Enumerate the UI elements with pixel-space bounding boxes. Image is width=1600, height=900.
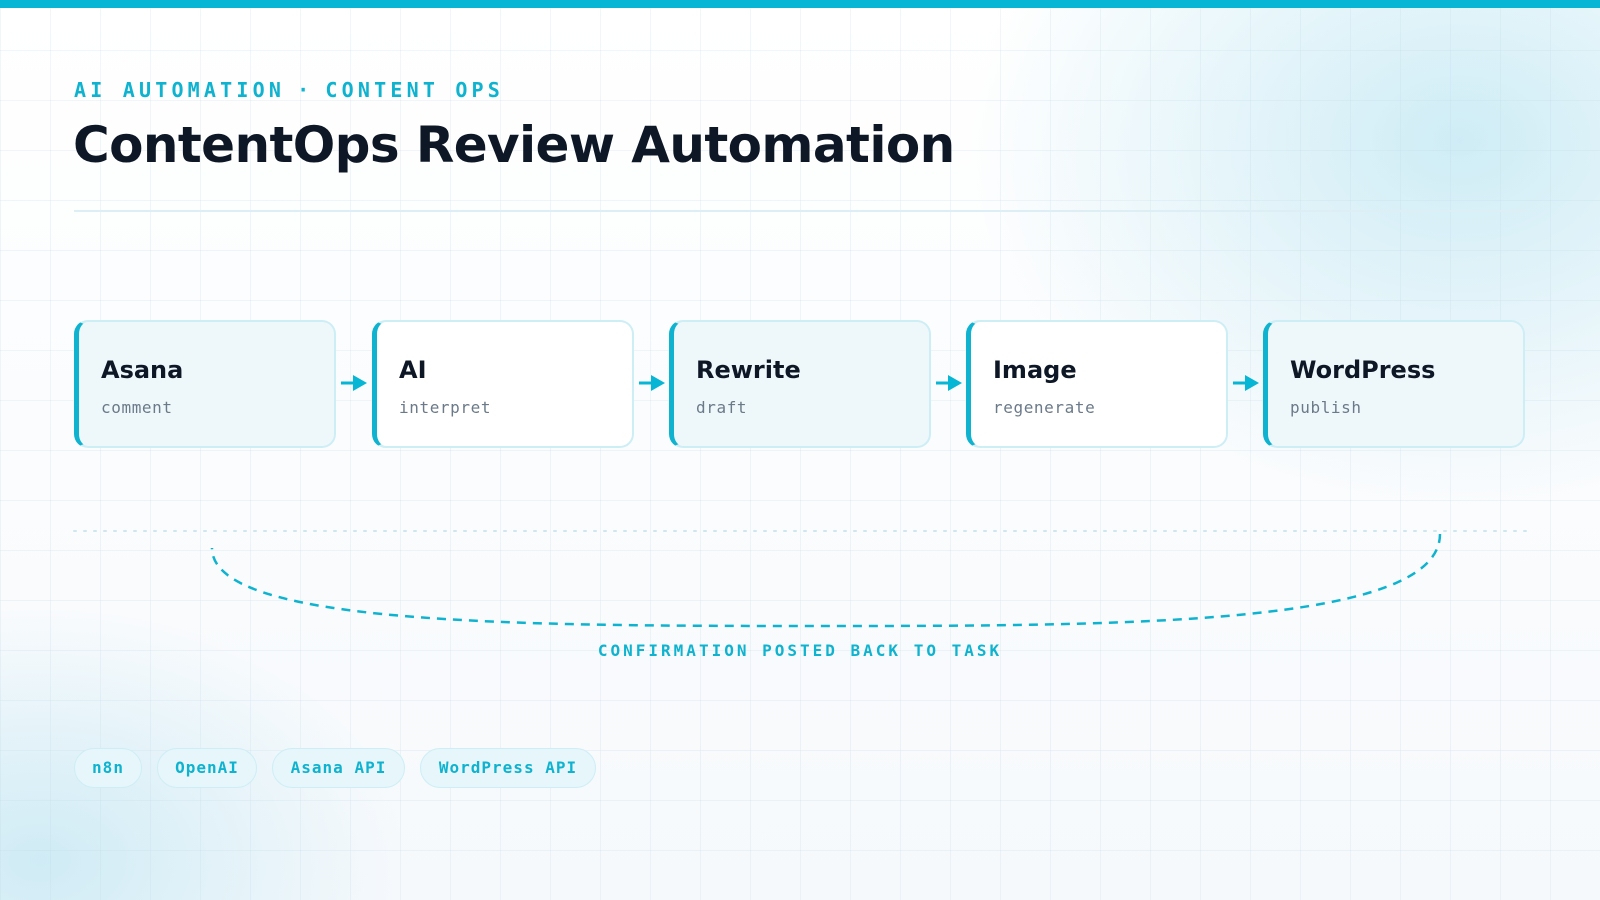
step-title: Asana (101, 356, 184, 384)
step-title: Image (993, 356, 1077, 384)
eyebrow-separator: · (297, 78, 314, 102)
loop-label: CONFIRMATION POSTED BACK TO TASK (597, 641, 1003, 660)
step-image: Image regenerate (966, 320, 1228, 448)
eyebrow-subcategory: CONTENT OPS (325, 78, 505, 102)
tag-n8n: n8n (74, 748, 142, 788)
arrow-right-icon (341, 375, 367, 391)
step-subtitle: regenerate (993, 398, 1096, 417)
step-subtitle: draft (696, 398, 748, 417)
loop-arrow-path (210, 533, 1442, 628)
arrow-right-icon (936, 375, 962, 391)
step-wordpress: WordPress publish (1263, 320, 1525, 448)
header-divider (74, 210, 1526, 212)
step-ai: AI interpret (372, 320, 634, 448)
step-subtitle: publish (1290, 398, 1362, 417)
top-accent-bar (0, 0, 1600, 8)
step-title: WordPress (1290, 356, 1436, 384)
step-rewrite: Rewrite draft (669, 320, 931, 448)
tag-wordpress-api: WordPress API (420, 748, 596, 788)
page-title: ContentOps Review Automation (73, 116, 955, 174)
step-title: AI (399, 356, 427, 384)
step-title: Rewrite (696, 356, 801, 384)
step-asana: Asana comment (74, 320, 336, 448)
arrow-right-icon (1233, 375, 1259, 391)
tag-asana-api: Asana API (272, 748, 405, 788)
step-subtitle: comment (101, 398, 173, 417)
tag-openai: OpenAI (157, 748, 257, 788)
step-subtitle: interpret (399, 398, 492, 417)
eyebrow: AI AUTOMATION · CONTENT OPS (74, 78, 504, 102)
eyebrow-category: AI AUTOMATION (74, 78, 286, 102)
arrow-right-icon (639, 375, 665, 391)
